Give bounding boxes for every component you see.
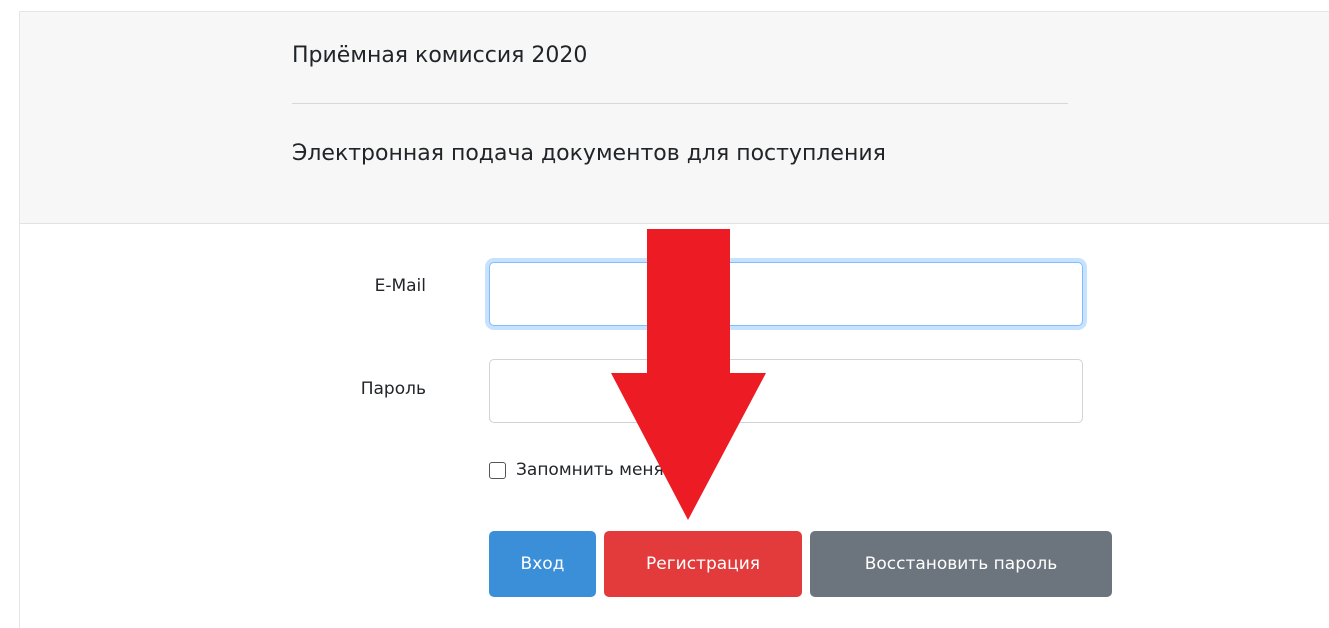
page: Приёмная комиссия 2020 Электронная подач… [0,0,1329,628]
header-divider [292,103,1068,104]
email-field[interactable] [489,262,1083,326]
page-subtitle: Электронная подача документов для поступ… [292,141,886,166]
remember-me[interactable]: Запомнить меня [489,460,664,480]
password-field[interactable] [489,359,1083,423]
page-title: Приёмная комиссия 2020 [292,43,588,68]
email-label: E-Mail [374,276,426,296]
password-label: Пароль [360,379,426,399]
card-header: Приёмная комиссия 2020 Электронная подач… [20,12,1329,224]
register-button[interactable]: Регистрация [604,531,802,597]
remember-label: Запомнить меня [516,460,664,480]
restore-password-button[interactable]: Восстановить пароль [810,531,1112,597]
remember-checkbox[interactable] [489,461,506,479]
login-button[interactable]: Вход [489,531,596,597]
